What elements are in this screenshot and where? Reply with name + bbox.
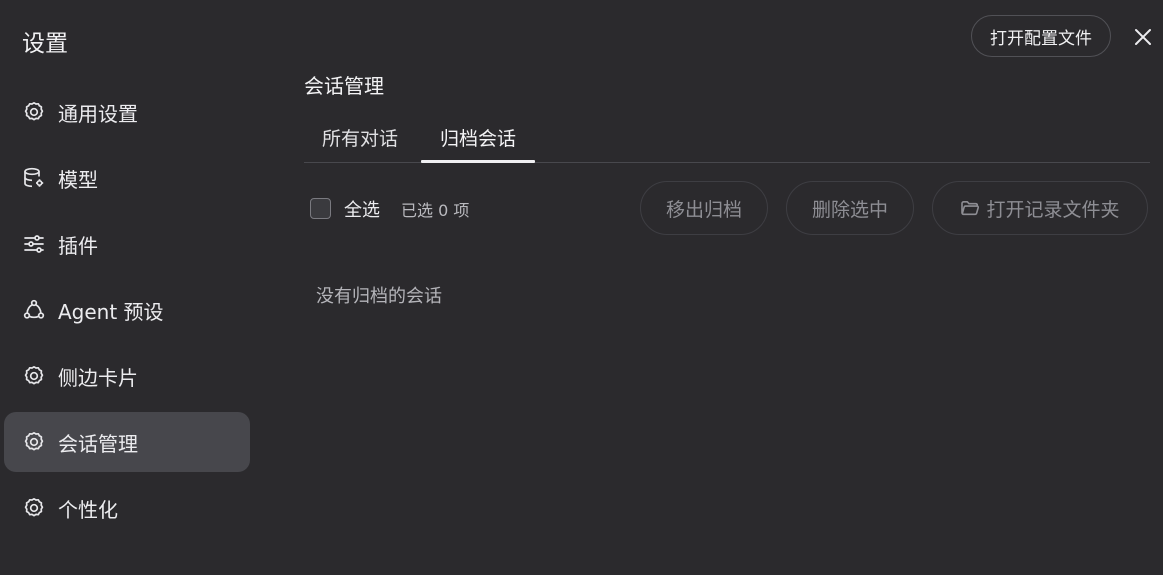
- settings-window: 设置 通用设置 模型 插件 Agent 预设 侧边卡片 会话管理 个性化 打开配…: [0, 0, 1163, 575]
- open-records-folder-label: 打开记录文件夹: [986, 198, 1120, 221]
- gear-icon: [22, 100, 46, 124]
- sidebar-item-label: 插件: [58, 233, 98, 258]
- sidebar-item-general[interactable]: 通用设置: [4, 82, 250, 142]
- tab-bar: 所有对话 归档会话: [304, 112, 1150, 163]
- sidebar-item-label: Agent 预设: [58, 299, 164, 324]
- gear-icon: [22, 364, 46, 388]
- section-title: 会话管理: [304, 74, 384, 98]
- open-records-folder-button[interactable]: 打开记录文件夹: [932, 181, 1148, 235]
- sidebar-item-label: 个性化: [58, 497, 118, 522]
- select-all-checkbox[interactable]: [310, 198, 331, 219]
- database-gear-icon: [22, 166, 46, 190]
- unarchive-button[interactable]: 移出归档: [640, 181, 768, 235]
- empty-state-message: 没有归档的会话: [316, 286, 442, 307]
- gear-icon: [22, 496, 46, 520]
- folder-icon: [960, 199, 980, 217]
- open-config-file-button[interactable]: 打开配置文件: [971, 15, 1111, 57]
- tab-archived-sessions[interactable]: 归档会话: [421, 112, 535, 163]
- selected-count: 已选 0 项: [401, 201, 470, 220]
- sidebar-item-label: 侧边卡片: [58, 365, 138, 390]
- sidebar-item-side-cards[interactable]: 侧边卡片: [4, 346, 250, 406]
- sidebar-item-personalization[interactable]: 个性化: [4, 478, 250, 538]
- sidebar-nav: 通用设置 模型 插件 Agent 预设 侧边卡片 会话管理 个性化: [4, 82, 250, 544]
- sidebar: 设置 通用设置 模型 插件 Agent 预设 侧边卡片 会话管理 个性化: [0, 0, 262, 575]
- select-all-label[interactable]: 全选: [344, 196, 380, 222]
- delete-selected-button[interactable]: 删除选中: [786, 181, 914, 235]
- agent-network-icon: [22, 298, 46, 322]
- page-title: 设置: [22, 31, 68, 57]
- close-icon: [1135, 29, 1151, 45]
- sliders-icon: [22, 232, 46, 256]
- tab-all-conversations[interactable]: 所有对话: [304, 112, 416, 162]
- sidebar-item-label: 会话管理: [58, 431, 138, 456]
- sidebar-item-label: 模型: [58, 167, 98, 192]
- archive-toolbar: 全选 已选 0 项 移出归档 删除选中 打开记录文件夹: [310, 180, 1150, 236]
- sidebar-item-models[interactable]: 模型: [4, 148, 250, 208]
- gear-icon: [22, 430, 46, 454]
- sidebar-item-label: 通用设置: [58, 101, 138, 126]
- close-button[interactable]: [1130, 24, 1156, 50]
- sidebar-item-agent-presets[interactable]: Agent 预设: [4, 280, 250, 340]
- sidebar-item-plugins[interactable]: 插件: [4, 214, 250, 274]
- sidebar-item-session-management[interactable]: 会话管理: [4, 412, 250, 472]
